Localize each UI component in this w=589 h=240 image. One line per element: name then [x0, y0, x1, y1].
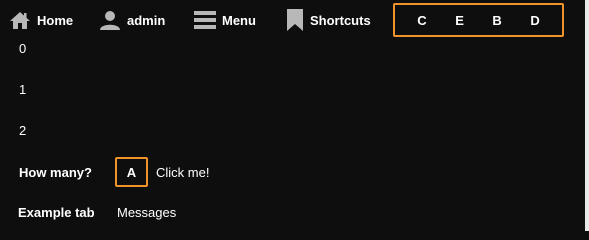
home-label: Home [37, 12, 74, 28]
user-icon [99, 10, 121, 30]
list-item: 0 [19, 41, 27, 56]
bookmark-icon [286, 9, 304, 31]
item-d[interactable]: D [526, 13, 543, 28]
menu-button[interactable]: Menu [194, 8, 256, 32]
page: Home admin Menu Shortcuts C E B D 0 1 2 … [0, 0, 589, 231]
toolbar: Home admin Menu Shortcuts C E B D [0, 0, 589, 40]
admin-link[interactable]: admin [99, 8, 165, 32]
tab-example[interactable]: Example tab [18, 205, 95, 220]
a-button[interactable]: A [115, 157, 148, 187]
home-icon [9, 10, 31, 30]
list-item: 1 [19, 82, 27, 97]
home-link[interactable]: Home [9, 8, 73, 32]
menu-icon [194, 10, 216, 30]
menu-label: Menu [222, 12, 256, 28]
item-e[interactable]: E [451, 13, 468, 28]
click-me-link[interactable]: Click me! [156, 165, 209, 180]
how-many-label: How many? [19, 165, 92, 180]
item-c[interactable]: C [413, 13, 430, 28]
list-item: 2 [19, 123, 27, 138]
highlighted-items-group: C E B D [393, 3, 564, 37]
admin-label: admin [127, 12, 166, 28]
shortcuts-label: Shortcuts [310, 12, 371, 28]
shortcuts-link[interactable]: Shortcuts [286, 8, 371, 32]
scrollbar[interactable] [585, 0, 589, 231]
tab-messages[interactable]: Messages [117, 205, 176, 220]
item-b[interactable]: B [488, 13, 505, 28]
